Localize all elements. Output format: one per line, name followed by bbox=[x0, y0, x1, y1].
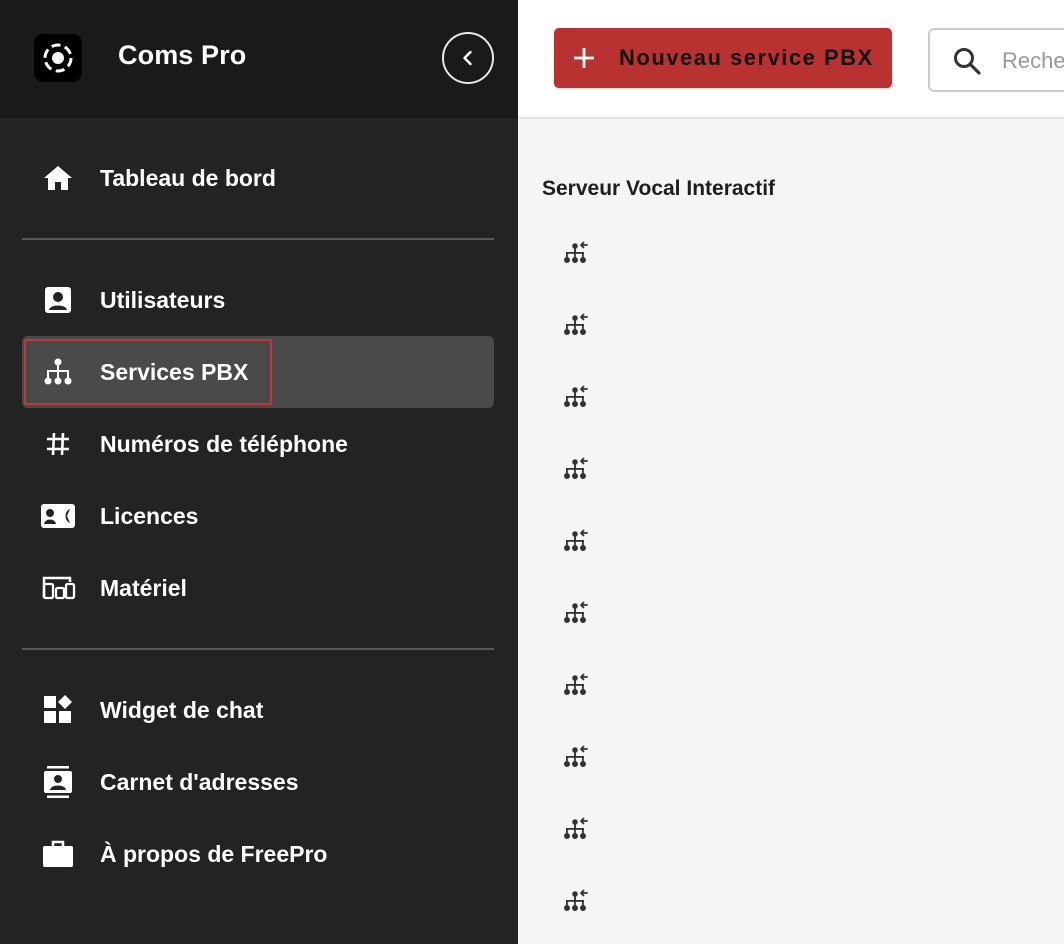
sidebar-item-address-book[interactable]: Carnet d'adresses bbox=[22, 746, 494, 818]
sidebar-item-hardware[interactable]: Matériel bbox=[22, 552, 494, 624]
sidebar-divider bbox=[22, 238, 494, 240]
sidebar-item-pbx-services[interactable]: Services PBX bbox=[22, 336, 494, 408]
ivr-row[interactable] bbox=[542, 240, 842, 312]
sidebar-item-chat-widget[interactable]: Widget de chat bbox=[22, 674, 494, 746]
sidebar-item-dashboard[interactable]: Tableau de bord bbox=[22, 142, 494, 214]
search-input[interactable] bbox=[1002, 44, 1064, 78]
ivr-row[interactable] bbox=[542, 456, 842, 528]
ivr-icon bbox=[562, 888, 590, 914]
ivr-icon bbox=[562, 672, 590, 698]
new-pbx-service-button[interactable]: Nouveau service PBX bbox=[554, 28, 892, 88]
home-icon bbox=[40, 164, 76, 192]
ivr-row[interactable] bbox=[542, 600, 842, 672]
sidebar-item-label: Services PBX bbox=[100, 359, 249, 385]
sidebar-item-label: Tableau de bord bbox=[100, 165, 276, 191]
sidebar-item-label: Utilisateurs bbox=[100, 287, 226, 313]
widgets-icon bbox=[40, 695, 76, 724]
sidebar-divider bbox=[22, 648, 494, 650]
search-box[interactable] bbox=[928, 28, 1064, 92]
ivr-icon bbox=[562, 384, 590, 410]
main-content: Serveur Vocal Interactif bbox=[518, 121, 1064, 944]
ivr-icon bbox=[562, 312, 590, 338]
ivr-row[interactable] bbox=[542, 816, 842, 888]
sidebar-item-licences[interactable]: Licences bbox=[22, 480, 494, 552]
sidebar-item-about[interactable]: À propos de FreePro bbox=[22, 818, 494, 890]
app-logo-icon bbox=[34, 34, 82, 82]
top-toolbar: Nouveau service PBX bbox=[518, 0, 1064, 119]
app-title: Coms Pro bbox=[118, 40, 247, 70]
briefcase-icon bbox=[40, 840, 76, 868]
ivr-row[interactable] bbox=[542, 312, 842, 384]
ivr-row[interactable] bbox=[542, 744, 842, 816]
ivr-row[interactable] bbox=[542, 384, 842, 456]
section-title: Serveur Vocal Interactif bbox=[542, 177, 776, 200]
sidebar-item-users[interactable]: Utilisateurs bbox=[22, 264, 494, 336]
sidebar-item-label: Matériel bbox=[100, 575, 187, 601]
contacts-icon bbox=[40, 766, 76, 798]
hash-icon bbox=[40, 430, 76, 458]
sidebar-item-label: Numéros de téléphone bbox=[100, 431, 348, 457]
search-icon bbox=[954, 48, 981, 75]
user-icon bbox=[40, 286, 76, 314]
ivr-row[interactable] bbox=[542, 528, 842, 600]
new-pbx-service-label: Nouveau service PBX bbox=[619, 45, 874, 70]
ivr-row[interactable] bbox=[542, 672, 842, 744]
sidebar-item-label: À propos de FreePro bbox=[100, 841, 328, 867]
sidebar-item-label: Widget de chat bbox=[100, 697, 264, 723]
devices-icon bbox=[40, 574, 76, 602]
sidebar-item-label: Carnet d'adresses bbox=[100, 769, 299, 795]
ivr-row[interactable] bbox=[542, 888, 842, 944]
ivr-icon bbox=[562, 744, 590, 770]
sidebar: Coms Pro Tableau de bord Utilisateurs Se… bbox=[0, 0, 518, 944]
sitemap-icon bbox=[40, 358, 76, 386]
sidebar-item-label: Licences bbox=[100, 503, 199, 529]
ivr-icon bbox=[562, 816, 590, 842]
ivr-icon bbox=[562, 600, 590, 626]
collapse-sidebar-button[interactable] bbox=[442, 32, 494, 84]
plus-icon bbox=[574, 48, 594, 68]
license-icon bbox=[40, 502, 76, 530]
chevron-left-icon bbox=[463, 50, 472, 66]
sidebar-item-phone-numbers[interactable]: Numéros de téléphone bbox=[22, 408, 494, 480]
ivr-icon bbox=[562, 240, 590, 266]
ivr-icon bbox=[562, 528, 590, 554]
ivr-icon bbox=[562, 456, 590, 482]
sidebar-header: Coms Pro bbox=[0, 0, 518, 118]
